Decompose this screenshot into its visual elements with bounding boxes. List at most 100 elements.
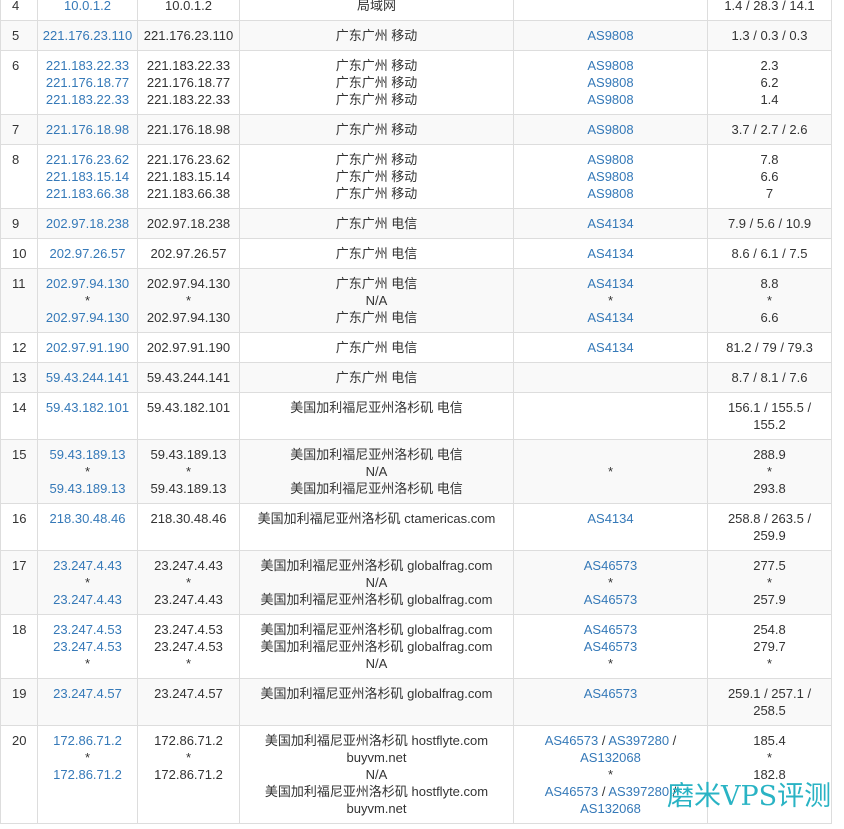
as-link[interactable]: AS4134: [587, 276, 633, 291]
location-entry: 美国加利福尼亚州洛杉矶 电信: [254, 399, 500, 416]
rtt-entry: 7.8: [714, 151, 825, 168]
hostname: 221.183.15.14: [146, 169, 231, 184]
rtt-entry: 279.7: [714, 638, 825, 655]
ip-link[interactable]: 202.97.91.190: [46, 340, 129, 355]
hostname: 221.183.22.33: [146, 92, 231, 107]
as-link[interactable]: AS46573: [584, 592, 638, 607]
rtt-entry: 8.6 / 6.1 / 7.5: [714, 245, 825, 262]
rtt-value: 7: [765, 186, 774, 201]
ip-entry: 59.43.182.101: [41, 399, 134, 416]
as-link[interactable]: AS9808: [587, 58, 633, 73]
hostname-entry: 221.183.66.38: [141, 185, 236, 202]
ip-link[interactable]: 172.86.71.2: [53, 733, 122, 748]
ip-link[interactable]: 221.176.18.98: [46, 122, 129, 137]
as-link[interactable]: AS9808: [587, 92, 633, 107]
location-text: 广东广州 移动: [335, 122, 418, 137]
ip-link[interactable]: 23.247.4.53: [53, 639, 122, 654]
ip-link[interactable]: 59.43.189.13: [50, 447, 126, 462]
as-link[interactable]: AS46573: [584, 622, 638, 637]
ip-link[interactable]: 202.97.94.130: [46, 276, 129, 291]
ip-link[interactable]: 218.30.48.46: [50, 511, 126, 526]
ip-link[interactable]: 202.97.94.130: [46, 310, 129, 325]
hop-row: 11 202.97.94.130 * 202.97.94.130 202.97.94.1…: [0, 269, 832, 333]
rtt-value: 156.1 / 155.5 / 155.2: [727, 400, 812, 432]
ip-cell: 172.86.71.2 * 172.86.71.2: [38, 726, 138, 823]
as-link[interactable]: AS4134: [587, 511, 633, 526]
ip-link[interactable]: 202.97.26.57: [50, 246, 126, 261]
hostname-entry: 218.30.48.46: [141, 510, 236, 527]
rtt-value: 81.2 / 79 / 79.3: [726, 340, 813, 355]
ip-link[interactable]: 221.176.18.77: [46, 75, 129, 90]
as-link[interactable]: AS9808: [587, 152, 633, 167]
as-link[interactable]: AS397280: [608, 733, 669, 748]
as-link[interactable]: AS9808: [587, 122, 633, 137]
as-link[interactable]: AS132068: [580, 801, 641, 816]
as-link[interactable]: AS46573: [584, 686, 638, 701]
as-link[interactable]: AS9808: [587, 28, 633, 43]
ip-link[interactable]: 23.247.4.43: [53, 592, 122, 607]
location-text: 广东广州 电信: [335, 276, 418, 291]
as-link[interactable]: AS46573: [584, 639, 638, 654]
ip-entry: 202.97.18.238: [41, 215, 134, 232]
hop-number-cell: 17: [0, 551, 38, 614]
ip-link[interactable]: 59.43.244.141: [46, 370, 129, 385]
as-cell: AS4134: [514, 239, 708, 268]
location-entry: 美国加利福尼亚州洛杉矶 hostflyte.com buyvm.net: [254, 783, 500, 817]
as-link[interactable]: AS4134: [587, 216, 633, 231]
rtt-entry: 81.2 / 79 / 79.3: [714, 339, 825, 356]
ip-link[interactable]: 172.86.71.2: [53, 767, 122, 782]
rtt-entry: 1.4: [714, 91, 825, 108]
location-entry: 广东广州 电信: [254, 275, 500, 292]
as-link[interactable]: AS9808: [587, 169, 633, 184]
location-entry: 美国加利福尼亚州洛杉矶 电信: [254, 446, 500, 463]
ip-link[interactable]: 59.43.189.13: [50, 481, 126, 496]
as-link[interactable]: AS46573: [545, 733, 599, 748]
hostname: 202.97.94.130: [146, 310, 231, 325]
as-link[interactable]: AS4134: [587, 310, 633, 325]
as-link[interactable]: AS132068: [580, 750, 641, 765]
as-link[interactable]: AS397280: [608, 784, 669, 799]
as-entry: AS4134: [522, 339, 699, 356]
hop-number: 19: [12, 686, 27, 701]
ip-link[interactable]: 202.97.18.238: [46, 216, 129, 231]
as-link[interactable]: AS4134: [587, 246, 633, 261]
rtt-entry: *: [714, 463, 825, 480]
as-link[interactable]: AS46573: [584, 558, 638, 573]
as-cell: AS4134: [514, 504, 708, 550]
location-cell: 广东广州 电信: [240, 333, 514, 362]
as-link[interactable]: AS4134: [587, 340, 633, 355]
as-link[interactable]: AS9808: [587, 75, 633, 90]
location-cell: 美国加利福尼亚州洛杉矶 电信 N/A 美国加利福尼亚州洛杉矶 电信: [240, 440, 514, 503]
location-entry: N/A: [254, 463, 500, 480]
ip-link[interactable]: 23.247.4.57: [53, 686, 122, 701]
ip-link[interactable]: 221.176.23.110: [43, 28, 132, 43]
rtt-entry: *: [714, 574, 825, 591]
location-entry: 广东广州 移动: [254, 27, 500, 44]
rtt-value: 8.8: [760, 276, 779, 291]
ip-timeout: *: [84, 293, 91, 308]
location-entry: 广东广州 电信: [254, 215, 500, 232]
as-link[interactable]: AS9808: [587, 186, 633, 201]
ip-entry: 23.247.4.57: [41, 685, 134, 702]
ip-link[interactable]: 221.183.22.33: [46, 58, 129, 73]
ip-link[interactable]: 221.183.22.33: [46, 92, 129, 107]
ip-link[interactable]: 23.247.4.43: [53, 558, 122, 573]
ip-link[interactable]: 221.183.66.38: [46, 186, 129, 201]
as-cell: AS9808: [514, 115, 708, 144]
as-entry: AS4134: [522, 245, 699, 262]
ip-link[interactable]: 23.247.4.53: [53, 622, 122, 637]
location-cell: 美国加利福尼亚州洛杉矶 ctamericas.com: [240, 504, 514, 550]
ip-link[interactable]: 10.0.1.2: [64, 0, 111, 13]
as-link[interactable]: AS46573: [545, 784, 599, 799]
rtt-cell: 7.9 / 5.6 / 10.9: [708, 209, 832, 238]
as-cell: AS46573: [514, 679, 708, 725]
hop-number-cell: 19: [0, 679, 38, 725]
ip-link[interactable]: 59.43.182.101: [46, 400, 129, 415]
hostname-cell: 202.97.26.57: [138, 239, 240, 268]
ip-link[interactable]: 221.183.15.14: [46, 169, 129, 184]
ip-link[interactable]: 221.176.23.62: [46, 152, 129, 167]
hostname: 221.183.66.38: [146, 186, 231, 201]
hop-number: 13: [12, 370, 27, 385]
as-entry: [522, 369, 699, 386]
rtt-value: *: [766, 656, 773, 671]
